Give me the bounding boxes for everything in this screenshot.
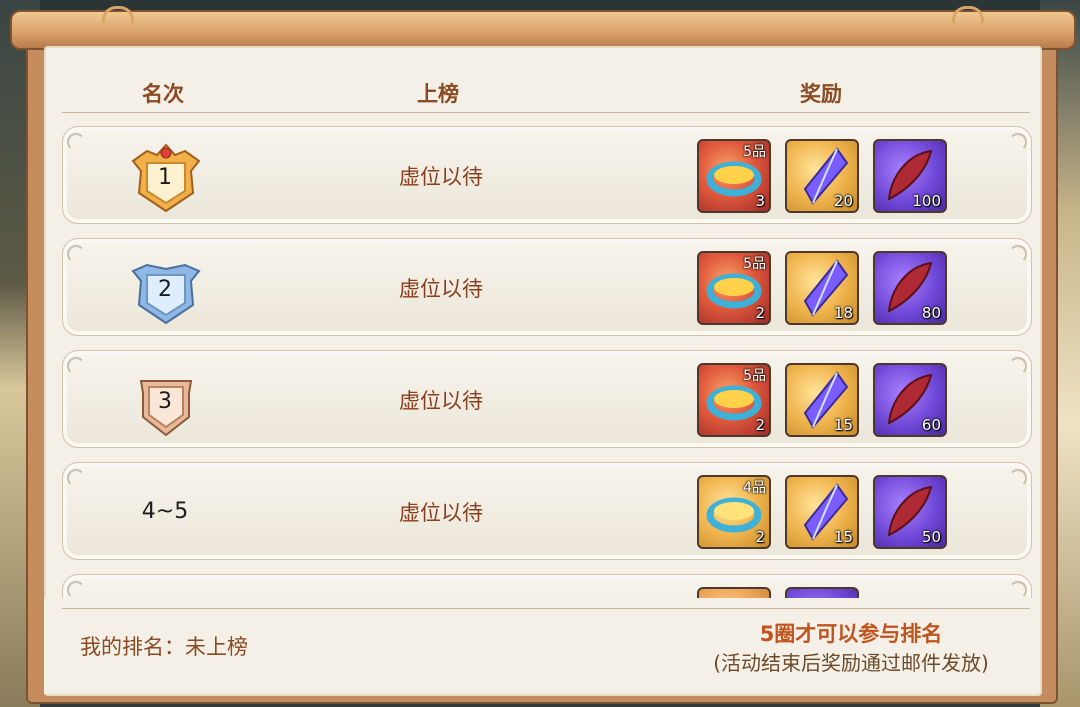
reward-item-feather[interactable]: 50	[873, 475, 947, 549]
reward-item-ring[interactable]: 5品 2	[697, 363, 771, 437]
reward-item-feather[interactable]: 100	[873, 139, 947, 213]
header-listed: 上榜	[417, 82, 459, 106]
reward-count: 20	[833, 192, 853, 210]
my-rank: 我的排名：未上榜	[80, 631, 248, 661]
hanging-ring-icon	[102, 6, 134, 23]
reward-count: 100	[912, 192, 941, 210]
reward-item-crystal[interactable]: 15	[785, 475, 859, 549]
board-top-beam	[10, 6, 1076, 50]
row-status: 虚位以待	[399, 165, 483, 189]
rank-number: 4~5	[141, 499, 189, 524]
header-reward: 奖励	[800, 82, 842, 106]
rank-number: 1	[158, 165, 172, 190]
reward-count: 15	[833, 416, 853, 434]
reward-count: 3	[755, 192, 765, 210]
reward-grade: 5品	[743, 368, 766, 384]
row-status: 虚位以待	[399, 277, 483, 301]
reward-count: 15	[833, 528, 853, 546]
reward-item-feather[interactable]: 80	[873, 251, 947, 325]
reward-count: 18	[833, 304, 853, 322]
corner-ornament	[67, 469, 85, 487]
rank-number: 2	[158, 277, 172, 302]
reward-item-crystal[interactable]: 20	[785, 139, 859, 213]
my-rank-label: 我的排名：	[80, 635, 185, 659]
rank-number: 3	[158, 389, 172, 414]
reward-count: 50	[921, 528, 941, 546]
reward-count: 60	[921, 416, 941, 434]
corner-ornament	[1009, 357, 1027, 375]
hanging-ring-icon	[952, 6, 984, 23]
ranking-row-2: 2 虚位以待 5品 2 18 80	[62, 238, 1032, 336]
ranking-requirement-note: 5圈才可以参与排名	[759, 622, 943, 646]
reward-grade: 5品	[743, 256, 766, 272]
ranking-row-4: 4~5 虚位以待 4品 2 15 50	[62, 462, 1032, 560]
reward-grade: 4品	[743, 480, 766, 496]
corner-ornament	[1009, 469, 1027, 487]
ranking-row-3: 3 虚位以待 5品 2 15 60	[62, 350, 1032, 448]
my-rank-value: 未上榜	[185, 635, 248, 659]
reward-item-ring[interactable]: 4品 2	[697, 475, 771, 549]
row-status: 虚位以待	[399, 389, 483, 413]
header-divider	[62, 112, 1030, 113]
reward-count: 2	[755, 304, 765, 322]
reward-item-crystal[interactable]: 18	[785, 251, 859, 325]
corner-ornament	[1009, 133, 1027, 151]
reward-item-ring[interactable]: 5品 2	[697, 251, 771, 325]
corner-ornament	[1009, 245, 1027, 263]
reward-item-ring[interactable]: 5品 3	[697, 139, 771, 213]
footer-divider	[62, 608, 1030, 609]
corner-ornament	[67, 245, 85, 263]
corner-ornament	[67, 357, 85, 375]
reward-grade: 5品	[743, 144, 766, 160]
corner-ornament	[67, 581, 85, 599]
header-rank: 名次	[142, 82, 184, 106]
reward-count: 80	[921, 304, 941, 322]
ranking-row-1: 1 虚位以待 5品 3 20 100	[62, 126, 1032, 224]
corner-ornament	[1009, 581, 1027, 599]
reward-mail-note: (活动结束后奖励通过邮件发放)	[713, 651, 989, 675]
corner-ornament	[67, 133, 85, 151]
reward-item-feather[interactable]: 60	[873, 363, 947, 437]
reward-count: 2	[755, 528, 765, 546]
reward-count: 2	[755, 416, 765, 434]
row-status: 虚位以待	[399, 501, 483, 525]
reward-item-crystal[interactable]: 15	[785, 363, 859, 437]
